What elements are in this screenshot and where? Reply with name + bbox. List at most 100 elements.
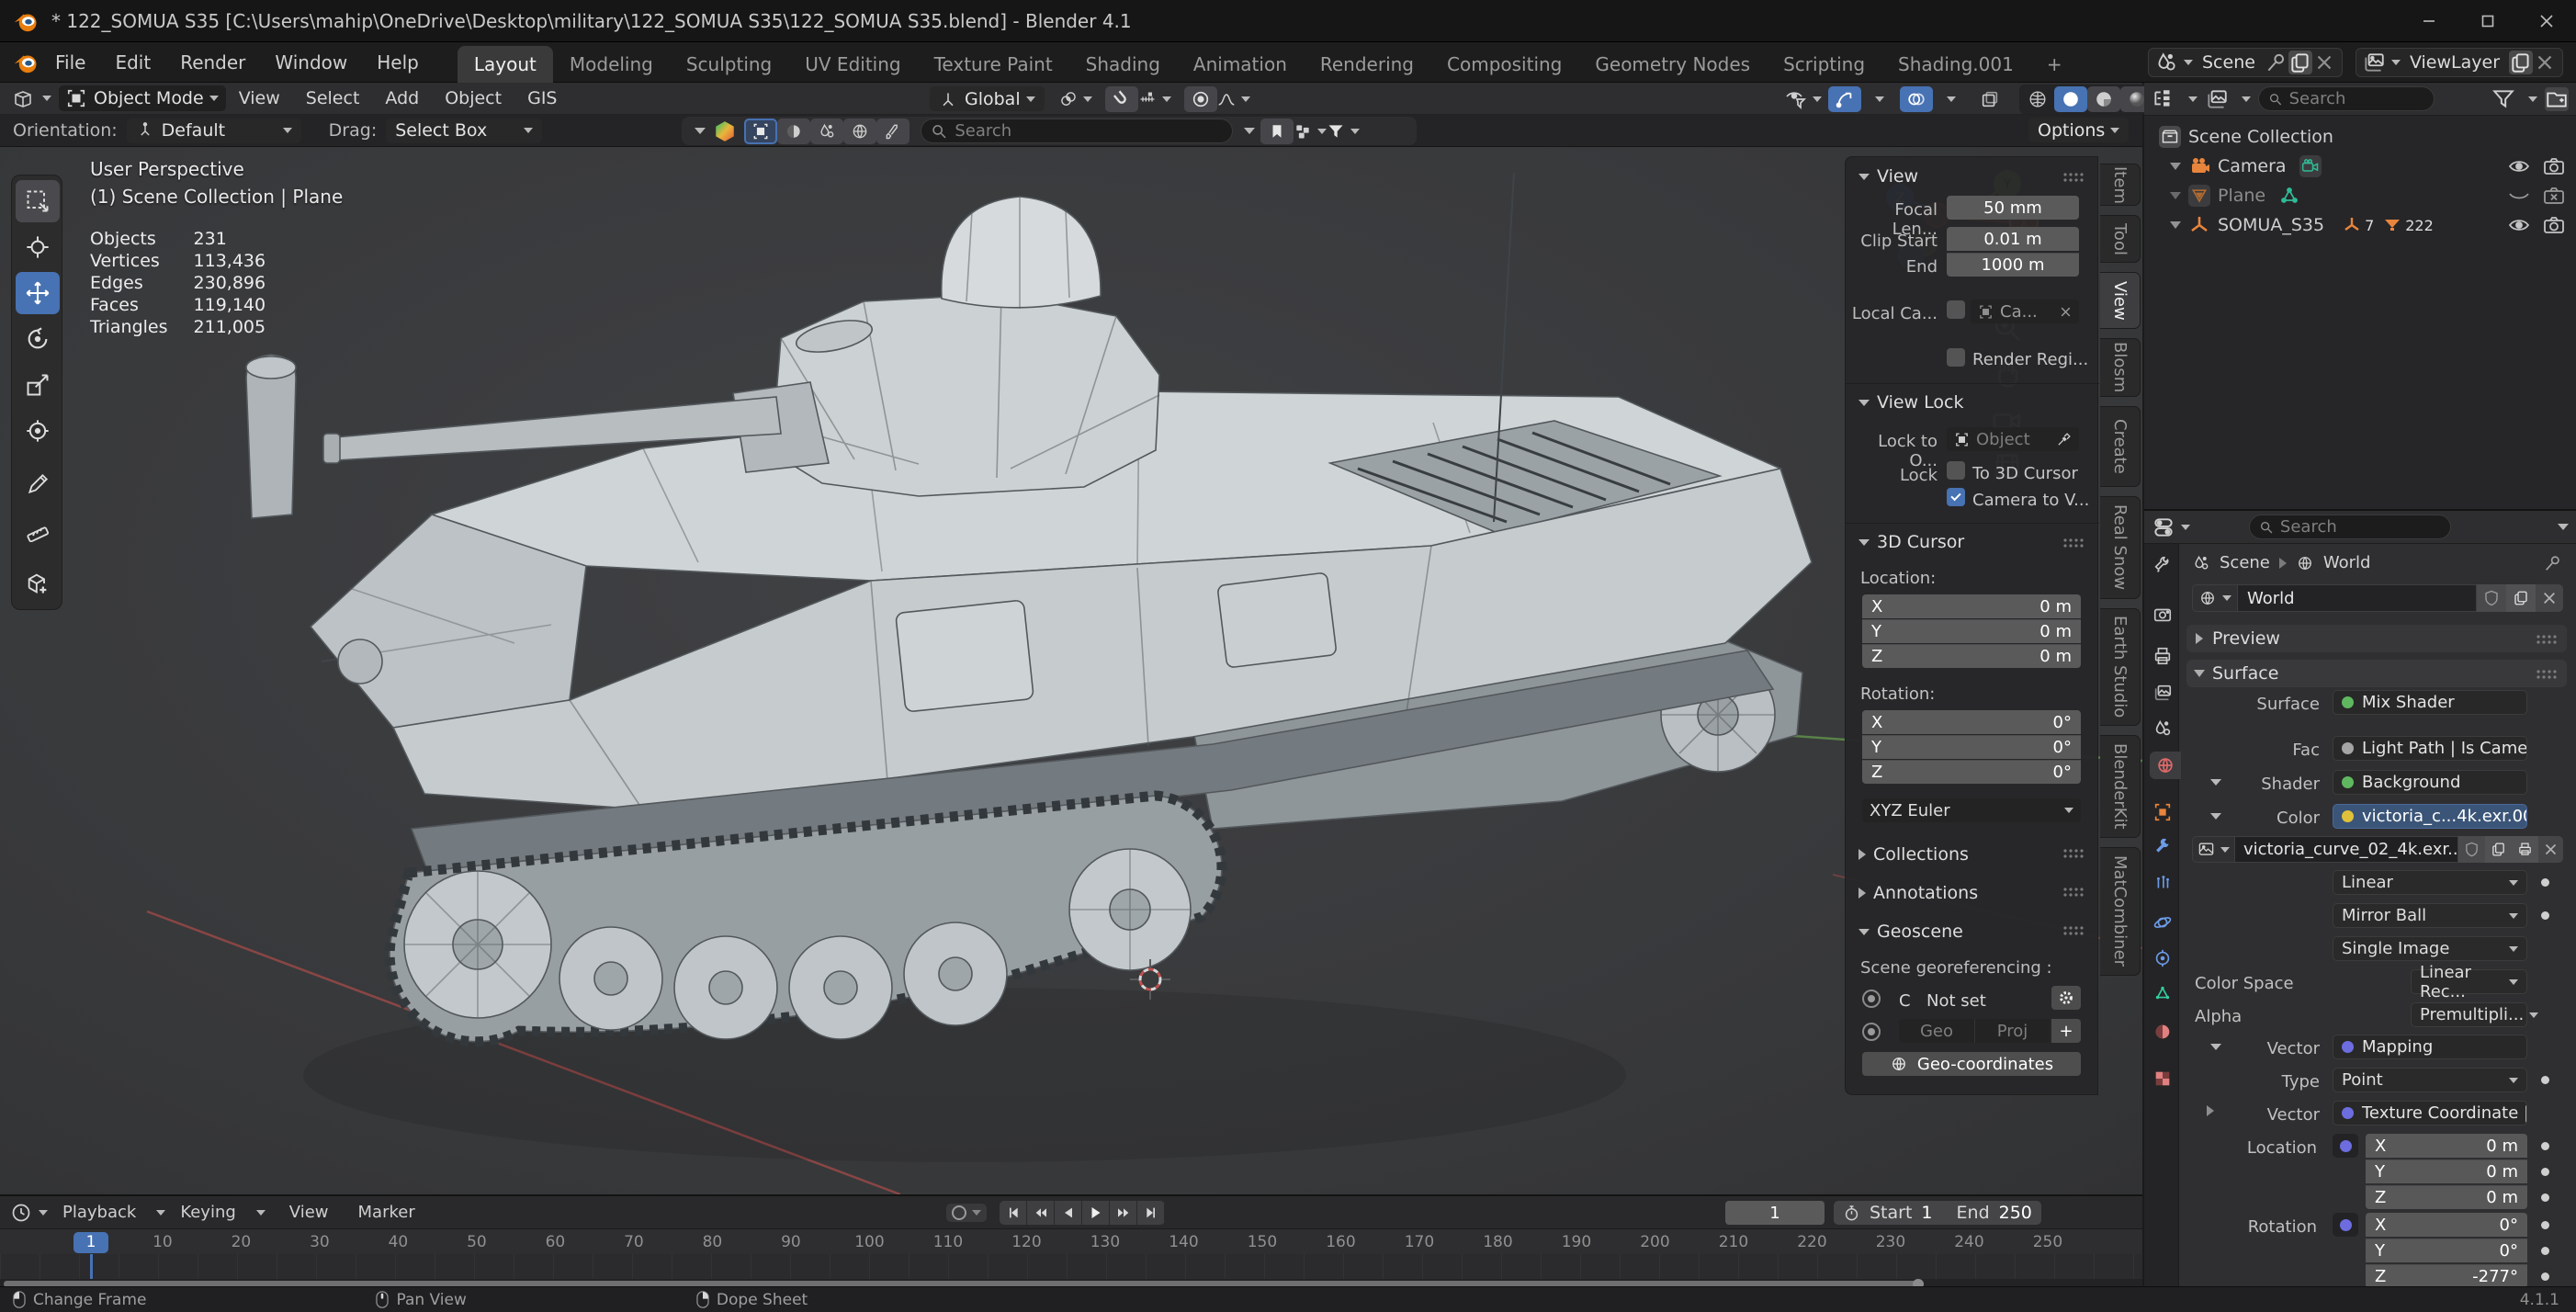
properties-tab-output[interactable]: [2148, 642, 2177, 670]
properties-tab-material[interactable]: [2148, 1018, 2177, 1046]
image-browse-button[interactable]: [2192, 836, 2235, 863]
somua-render-icon[interactable]: [2543, 214, 2565, 236]
cursor-loc-y[interactable]: Y0 m: [1862, 619, 2081, 643]
menu-window[interactable]: Window: [260, 51, 362, 74]
orientation-dropdown[interactable]: Global: [930, 86, 1045, 111]
shader-value-field[interactable]: Background: [2333, 770, 2527, 795]
prop-loc-x[interactable]: X0 m: [2366, 1134, 2527, 1158]
projection-anim-dot[interactable]: [2541, 911, 2549, 920]
new-viewlayer-icon[interactable]: [2509, 50, 2533, 74]
filter-dropdown[interactable]: [1327, 119, 1360, 144]
tab-rendering[interactable]: Rendering: [1304, 46, 1430, 83]
timeline-track[interactable]: [0, 1254, 2142, 1279]
tool-select-box[interactable]: [16, 180, 60, 222]
properties-options-chevron[interactable]: [2558, 524, 2569, 530]
outliner-search[interactable]: [2258, 86, 2435, 111]
surface-panel-header[interactable]: Surface: [2186, 660, 2567, 687]
type-dropdown[interactable]: Point: [2333, 1068, 2527, 1092]
crs-radio[interactable]: [1862, 990, 1881, 1008]
asset-type-brush-button[interactable]: [876, 118, 910, 144]
playhead-line[interactable]: [90, 1254, 93, 1279]
view-section-grip[interactable]: [2062, 172, 2085, 182]
new-scene-icon[interactable]: [2288, 50, 2312, 74]
tool-rotate[interactable]: [16, 318, 60, 360]
location-socket-button[interactable]: [2333, 1134, 2358, 1158]
asset-type-material-button[interactable]: [777, 118, 810, 144]
visibility-dropdown[interactable]: [1782, 86, 1825, 112]
image-pack-button[interactable]: [2512, 836, 2538, 863]
plane-hidden-icon[interactable]: [2508, 185, 2530, 207]
n-panel-tab-real-snow[interactable]: Real Snow: [2100, 496, 2141, 599]
n-panel-tab-tool[interactable]: Tool: [2100, 215, 2141, 263]
menu-add[interactable]: Add: [372, 88, 432, 108]
properties-tab-view-layer[interactable]: [2148, 679, 2177, 707]
outliner-row-somua[interactable]: SOMUA_S35 7 222: [2144, 211, 2576, 239]
menu-file[interactable]: File: [40, 51, 100, 74]
source-dropdown[interactable]: Single Image: [2333, 936, 2527, 961]
tool-orientation-dropdown[interactable]: Default: [126, 118, 301, 143]
timeline-menu-playback[interactable]: Playback: [48, 1203, 151, 1222]
outliner-row-scene-collection[interactable]: Scene Collection: [2144, 123, 2576, 151]
prev-keyframe-button[interactable]: [1027, 1201, 1055, 1225]
properties-tab-object[interactable]: [2148, 798, 2177, 826]
pivot-point-dropdown[interactable]: [1059, 86, 1092, 112]
gizmos-toggle[interactable]: [1828, 85, 1861, 112]
shading-wireframe-button[interactable]: [2021, 86, 2054, 112]
collections-grip[interactable]: [2062, 848, 2085, 858]
outliner-row-camera[interactable]: Camera: [2144, 153, 2576, 180]
tab-shading[interactable]: Shading: [1069, 46, 1177, 83]
maximize-button[interactable]: [2458, 0, 2517, 42]
alpha-dropdown[interactable]: Premultipli...: [2411, 1002, 2539, 1027]
outliner-display-mode-icon[interactable]: [2152, 87, 2175, 111]
n-panel-tab-earth-studio[interactable]: Earth Studio: [2100, 608, 2141, 726]
interpolation-dropdown[interactable]: Linear: [2333, 870, 2527, 895]
properties-tab-scene[interactable]: [2148, 715, 2177, 742]
tab-modeling[interactable]: Modeling: [553, 46, 670, 83]
tool-scale[interactable]: [16, 364, 60, 406]
properties-editor-chevron[interactable]: [2181, 524, 2190, 530]
menu-render[interactable]: Render: [165, 51, 260, 74]
menu-help[interactable]: Help: [362, 51, 434, 74]
close-button[interactable]: [2517, 0, 2576, 42]
geoscene-section-header[interactable]: Geoscene: [1859, 922, 1963, 942]
bookmark-button[interactable]: [1260, 118, 1294, 144]
options-dropdown[interactable]: Options: [2028, 118, 2130, 142]
viewport-3d[interactable]: User Perspective (1) Scene Collection | …: [0, 147, 2142, 1194]
type-anim-dot[interactable]: [2541, 1076, 2549, 1084]
menu-object[interactable]: Object: [432, 88, 514, 108]
drag-dropdown[interactable]: Select Box: [386, 118, 543, 143]
timeline-editor-chevron[interactable]: [39, 1209, 48, 1216]
cursor-loc-z[interactable]: Z0 m: [1862, 644, 2081, 668]
timeline-menu-keying[interactable]: Keying: [165, 1203, 250, 1222]
editor-type-chevron[interactable]: [42, 96, 51, 101]
properties-pin-icon[interactable]: [2543, 553, 2563, 573]
texcoord-value-field[interactable]: Texture Coordinate |...: [2333, 1101, 2527, 1125]
annotations-grip[interactable]: [2062, 887, 2085, 897]
eyedropper-icon[interactable]: [2056, 432, 2072, 447]
properties-tab-data[interactable]: [2148, 979, 2177, 1007]
image-unlink-button[interactable]: [2538, 836, 2563, 863]
fac-value-field[interactable]: Light Path | Is Camer...: [2333, 736, 2527, 761]
add-workspace-button[interactable]: +: [2030, 46, 2079, 83]
crs-settings-button[interactable]: [2051, 986, 2081, 1010]
gizmos-dropdown[interactable]: [1865, 86, 1889, 112]
minimize-button[interactable]: [2400, 0, 2458, 42]
play-reverse-button[interactable]: [1055, 1201, 1082, 1225]
asset-type-model-button[interactable]: [744, 118, 777, 144]
mode-dropdown[interactable]: Object Mode: [59, 85, 226, 111]
projection-dropdown[interactable]: Mirror Ball: [2333, 903, 2527, 928]
properties-tab-world[interactable]: [2150, 752, 2181, 779]
tool-add-primitive[interactable]: [16, 562, 60, 605]
tool-annotate[interactable]: [16, 463, 60, 505]
tab-animation[interactable]: Animation: [1177, 46, 1304, 83]
search-history-chevron[interactable]: [1244, 128, 1255, 134]
overlays-dropdown[interactable]: [1937, 86, 1960, 112]
tab-uv-editing[interactable]: UV Editing: [788, 46, 917, 83]
camera-hide-icon[interactable]: [2508, 155, 2530, 177]
properties-tab-render[interactable]: [2148, 601, 2177, 628]
xray-toggle[interactable]: [1973, 86, 2006, 112]
pin-icon[interactable]: [2265, 51, 2288, 74]
prop-loc-y[interactable]: Y0 m: [2366, 1159, 2527, 1183]
outliner-search-input[interactable]: [2288, 89, 2424, 108]
local-camera-checkbox[interactable]: [1947, 300, 1965, 319]
